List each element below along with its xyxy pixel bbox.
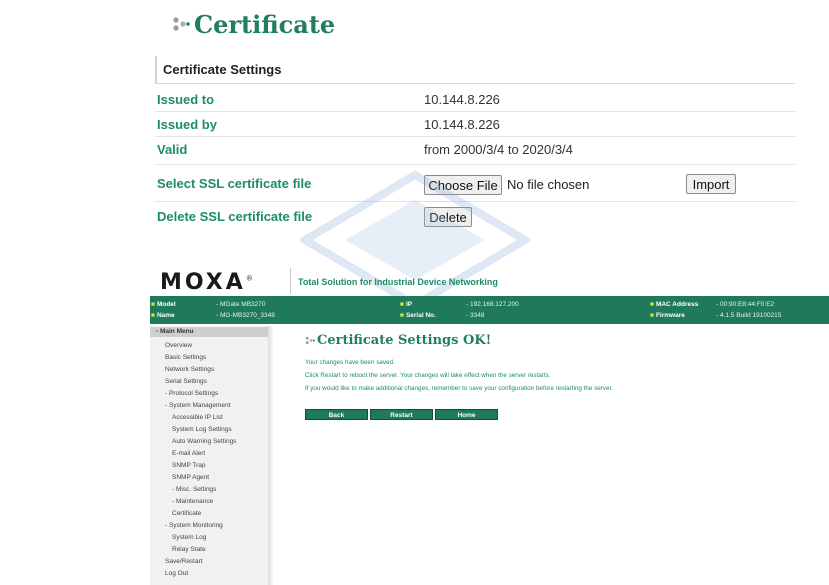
menu-item-protocol-settings[interactable]: - Protocol Settings [165,390,218,397]
menu-item-accessible-ip-list[interactable]: Accessible IP List [172,414,223,421]
menu-item-system-log[interactable]: System Log [172,534,206,541]
firmware-value: - 4.1.5 Build 19100215 [716,312,782,319]
page-title: Certificate [172,10,335,39]
row-divider [155,164,795,165]
firmware-key: ■ Firmware [650,312,685,319]
home-button[interactable]: Home [435,409,498,420]
restart-button[interactable]: Restart [370,409,433,420]
bullet-icon: ■ [650,301,654,308]
menu-item-save-restart[interactable]: Save/Restart [165,558,203,565]
device-info-bar: ■ Model - MGate MB3270 ■ Name - MG-MB3270_… [150,296,829,324]
bullet-icon: ■ [400,312,404,319]
menu-item-misc-settings[interactable]: - Misc. Settings [172,486,216,493]
dots-icon [305,336,315,344]
moxa-logo-text: MOXA [160,270,246,295]
mac-value: - 00:90:E8:44:F0:E2 [716,301,775,308]
serial-key: ■ Serial No. [400,312,436,319]
header-divider [290,268,291,294]
sidebar-shadow [268,326,274,585]
dots-icon [173,16,190,31]
menu-item-system-monitoring[interactable]: - System Monitoring [165,522,223,529]
menu-item-system-log-settings[interactable]: System Log Settings [172,426,232,433]
menu-item-log-out[interactable]: Log Out [165,570,188,577]
issued-to-value: 10.144.8.226 [424,92,500,107]
sidebar [150,326,270,585]
menu-item-email-alert[interactable]: E-mail Alert [172,450,205,457]
menu-item-serial-settings[interactable]: Serial Settings [165,378,207,385]
menu-item-network-settings[interactable]: Network Settings [165,366,214,373]
page-title-text: Certificate [194,10,336,39]
registered-mark: ® [245,274,253,283]
menu-item-basic-settings[interactable]: Basic Settings [165,354,206,361]
import-button[interactable]: Import [686,174,736,194]
saved-message: Your changes have been saved. [305,359,395,366]
row-divider [155,111,795,112]
settings-ok-title: Certificate Settings OK! [305,333,491,348]
menu-item-maintenance[interactable]: - Maintenance [172,498,213,505]
bullet-icon: ■ [151,301,155,308]
menu-item-overview[interactable]: Overview [165,342,192,349]
valid-label: Valid [157,142,188,157]
mac-key: ■ MAC Address [650,301,699,308]
issued-by-label: Issued by [157,117,217,132]
delete-ssl-label: Delete SSL certificate file [157,209,313,224]
watermark-logo [300,170,530,310]
menu-item-snmp-trap[interactable]: SNMP Trap [172,462,205,469]
name-key: ■ Name [151,312,175,319]
serial-value: - 3348 [466,312,485,319]
model-key: ■ Model [151,301,176,308]
model-value: - MGate MB3270 [216,301,266,308]
menu-item-relay-state[interactable]: Relay State [172,546,206,553]
additional-changes-message: If you would like to make additional cha… [305,385,614,392]
certificate-settings-heading: Certificate Settings [155,56,795,84]
ip-key: ■ IP [400,301,413,308]
back-button[interactable]: Back [305,409,368,420]
bullet-icon: ■ [650,312,654,319]
moxa-logo: MOXA® [160,270,253,295]
menu-item-certificate[interactable]: Certificate [172,510,201,517]
valid-value: from 2000/3/4 to 2020/3/4 [424,142,573,157]
menu-item-auto-warning-settings[interactable]: Auto Warning Settings [172,438,236,445]
issued-by-value: 10.144.8.226 [424,117,500,132]
menu-item-system-management[interactable]: - System Management [165,402,230,409]
main-menu-heading[interactable]: - Main Menu [150,327,268,337]
issued-to-label: Issued to [157,92,215,107]
ip-value: - 192.168.127.200 [466,301,519,308]
settings-ok-title-text: Certificate Settings OK! [317,333,492,348]
row-divider [155,136,795,137]
bullet-icon: ■ [151,312,155,319]
name-value: - MG-MB3270_3348 [216,312,275,319]
select-ssl-label: Select SSL certificate file [157,176,312,191]
bullet-icon: ■ [400,301,404,308]
menu-item-snmp-agent[interactable]: SNMP Agent [172,474,209,481]
restart-message: Click Restart to reboot the server. Your… [305,372,551,379]
moxa-tagline: Total Solution for Industrial Device Net… [298,277,498,287]
